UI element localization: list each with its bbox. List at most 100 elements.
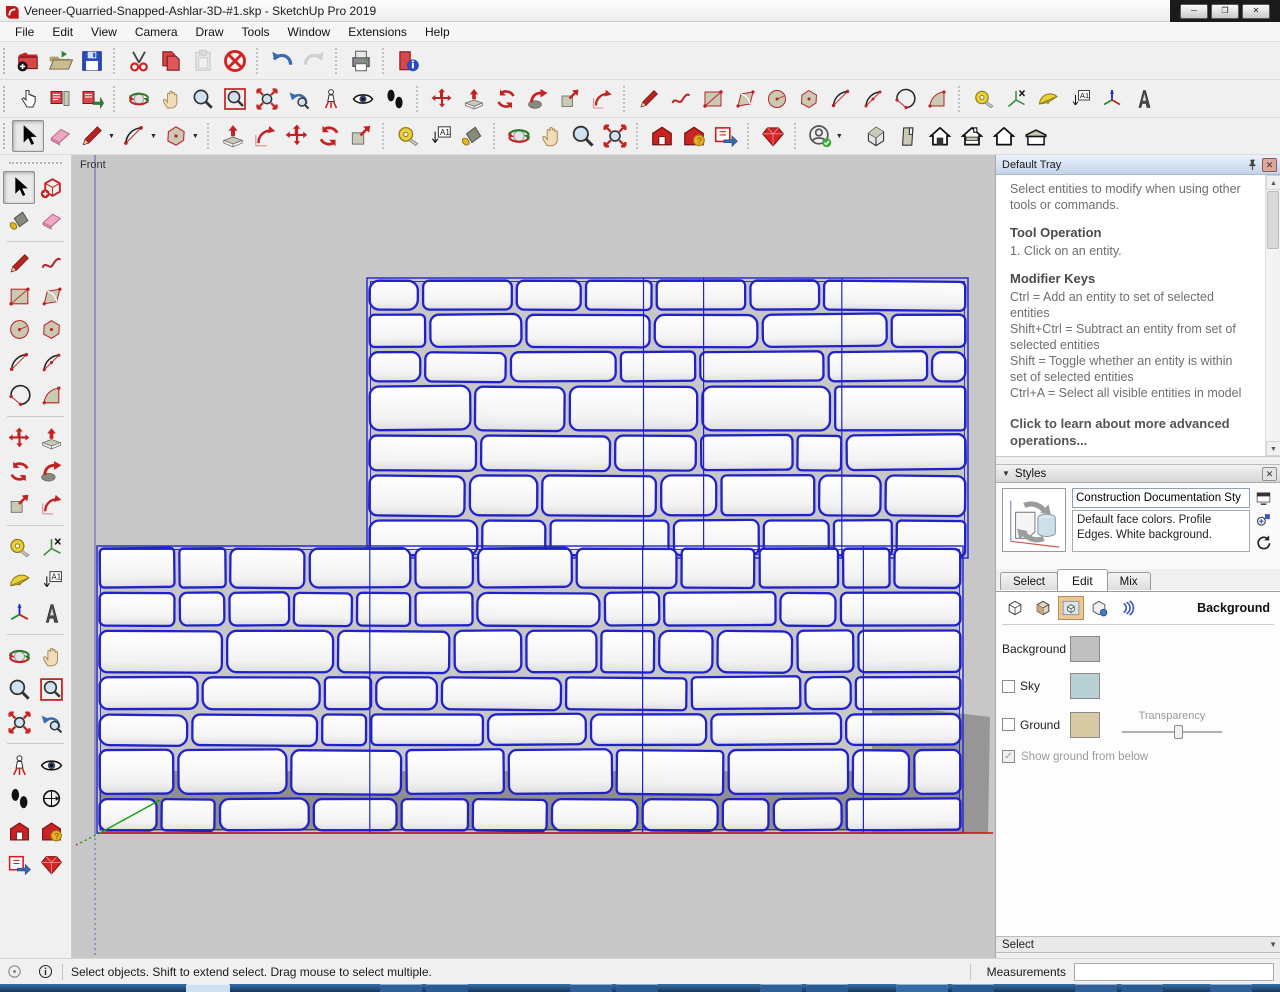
toolbar-grip[interactable]	[9, 162, 62, 167]
new-button[interactable]	[12, 45, 44, 77]
walk-button[interactable]	[3, 782, 35, 815]
menu-tools[interactable]: Tools	[233, 23, 279, 41]
freehand-button[interactable]	[35, 247, 67, 280]
windows-taskbar[interactable]	[0, 984, 1280, 992]
menu-window[interactable]: Window	[279, 23, 340, 41]
taskbar-item[interactable]	[186, 984, 230, 992]
taskbar-item[interactable]	[952, 984, 994, 992]
create-style-icon[interactable]	[1255, 512, 1272, 529]
select-button[interactable]	[12, 120, 44, 152]
redo-button[interactable]	[298, 45, 330, 77]
tab-mix[interactable]: Mix	[1106, 572, 1151, 590]
tray-header[interactable]: Default Tray ✕	[996, 155, 1280, 175]
eraser-button[interactable]	[44, 120, 76, 152]
rotate-button[interactable]	[313, 120, 345, 152]
arc-button[interactable]	[825, 83, 857, 115]
zoom-extents-button[interactable]	[3, 706, 35, 739]
front-button[interactable]	[924, 120, 956, 152]
pan-button[interactable]	[155, 83, 187, 115]
scroll-down-icon[interactable]: ▼	[1266, 441, 1280, 456]
menu-help[interactable]: Help	[416, 23, 459, 41]
model-viewport[interactable]: Front	[72, 155, 995, 958]
modeling-settings-button[interactable]	[1114, 596, 1140, 620]
open-button[interactable]	[44, 45, 76, 77]
update-style-icon[interactable]	[1255, 534, 1272, 551]
background-swatch[interactable]	[1070, 636, 1100, 662]
text-button[interactable]: A1	[1064, 83, 1096, 115]
move-button[interactable]	[281, 120, 313, 152]
scale-button[interactable]	[554, 83, 586, 115]
zoom-window-button[interactable]	[35, 673, 67, 706]
style-thumbnail[interactable]	[1002, 488, 1066, 552]
tab-edit[interactable]: Edit	[1056, 569, 1108, 591]
taskbar-item[interactable]	[896, 984, 948, 992]
orbit-button[interactable]	[123, 83, 155, 115]
styles-panel-header[interactable]: ▼ Styles ✕	[996, 464, 1280, 483]
print-button[interactable]	[345, 45, 377, 77]
tray-bottom-bar[interactable]: Select ▼	[996, 936, 1280, 953]
extension-warehouse-button[interactable]: ?	[678, 120, 710, 152]
offset-button[interactable]	[586, 83, 618, 115]
style-name-input[interactable]	[1072, 488, 1250, 508]
rectangle-button[interactable]	[3, 280, 35, 313]
zoom-previous-button[interactable]	[35, 706, 67, 739]
zoom-button[interactable]	[187, 83, 219, 115]
rotated-rectangle-button[interactable]	[729, 83, 761, 115]
tape-measure-button[interactable]	[968, 83, 1000, 115]
position-camera-button[interactable]	[315, 83, 347, 115]
arc-button[interactable]	[3, 346, 35, 379]
taskbar-item[interactable]	[570, 984, 612, 992]
arc-3pt-button[interactable]	[3, 379, 35, 412]
follow-me-button[interactable]	[522, 83, 554, 115]
arc-3pt-button[interactable]	[889, 83, 921, 115]
taskbar-item[interactable]	[380, 984, 422, 992]
look-around-button[interactable]	[35, 749, 67, 782]
ground-swatch[interactable]	[1070, 711, 1100, 738]
transparency-slider[interactable]	[1122, 725, 1222, 739]
collapse-triangle-icon[interactable]: ▼	[1002, 469, 1010, 478]
dimension-button[interactable]	[35, 531, 67, 564]
turn-button[interactable]	[35, 782, 67, 815]
line-button[interactable]	[76, 120, 108, 152]
scale-button[interactable]	[345, 120, 377, 152]
erase-button[interactable]	[219, 45, 251, 77]
ruby-button[interactable]	[757, 120, 789, 152]
share-model-button[interactable]	[3, 848, 35, 881]
polygon-button[interactable]	[793, 83, 825, 115]
dropdown-caret-icon[interactable]: ▼	[150, 133, 160, 140]
toolbar-grip[interactable]	[3, 47, 8, 74]
polygon-button[interactable]	[35, 313, 67, 346]
walk-button[interactable]	[379, 83, 411, 115]
taskbar-item[interactable]	[1075, 984, 1117, 992]
tab-select[interactable]: Select	[1000, 572, 1058, 590]
instructor-scrollbar[interactable]: ▲ ▼	[1265, 175, 1280, 456]
dimension-button[interactable]	[1000, 83, 1032, 115]
axes-button[interactable]	[3, 597, 35, 630]
select-button[interactable]	[3, 171, 35, 204]
offset-button[interactable]	[249, 120, 281, 152]
tray-scroll-down-icon[interactable]: ▼	[1269, 940, 1280, 949]
taskbar-item[interactable]	[760, 984, 802, 992]
styles-close-icon[interactable]: ✕	[1262, 466, 1277, 481]
scale-button[interactable]	[3, 488, 35, 521]
save-button[interactable]	[76, 45, 108, 77]
edge-settings-button[interactable]	[1002, 596, 1028, 620]
close-button[interactable]: ✕	[1242, 3, 1270, 19]
share-model-button[interactable]	[710, 120, 742, 152]
3d-warehouse-button[interactable]	[3, 815, 35, 848]
watermark-settings-button[interactable]	[1086, 596, 1112, 620]
sky-checkbox[interactable]	[1002, 679, 1015, 693]
zoom-button[interactable]	[3, 673, 35, 706]
copy-button[interactable]	[155, 45, 187, 77]
pan-button[interactable]	[535, 120, 567, 152]
secondary-pane-icon[interactable]	[1255, 490, 1272, 507]
make-component-button[interactable]	[35, 171, 67, 204]
axes-button[interactable]	[1096, 83, 1128, 115]
rotate-button[interactable]	[3, 455, 35, 488]
maximize-button[interactable]: ❐	[1211, 3, 1239, 19]
taskbar-item[interactable]	[1210, 984, 1252, 992]
rotate-button[interactable]	[490, 83, 522, 115]
paint-bucket-button[interactable]	[456, 120, 488, 152]
dropdown-caret-icon[interactable]: ▼	[108, 133, 118, 140]
taskbar-item[interactable]	[806, 984, 848, 992]
